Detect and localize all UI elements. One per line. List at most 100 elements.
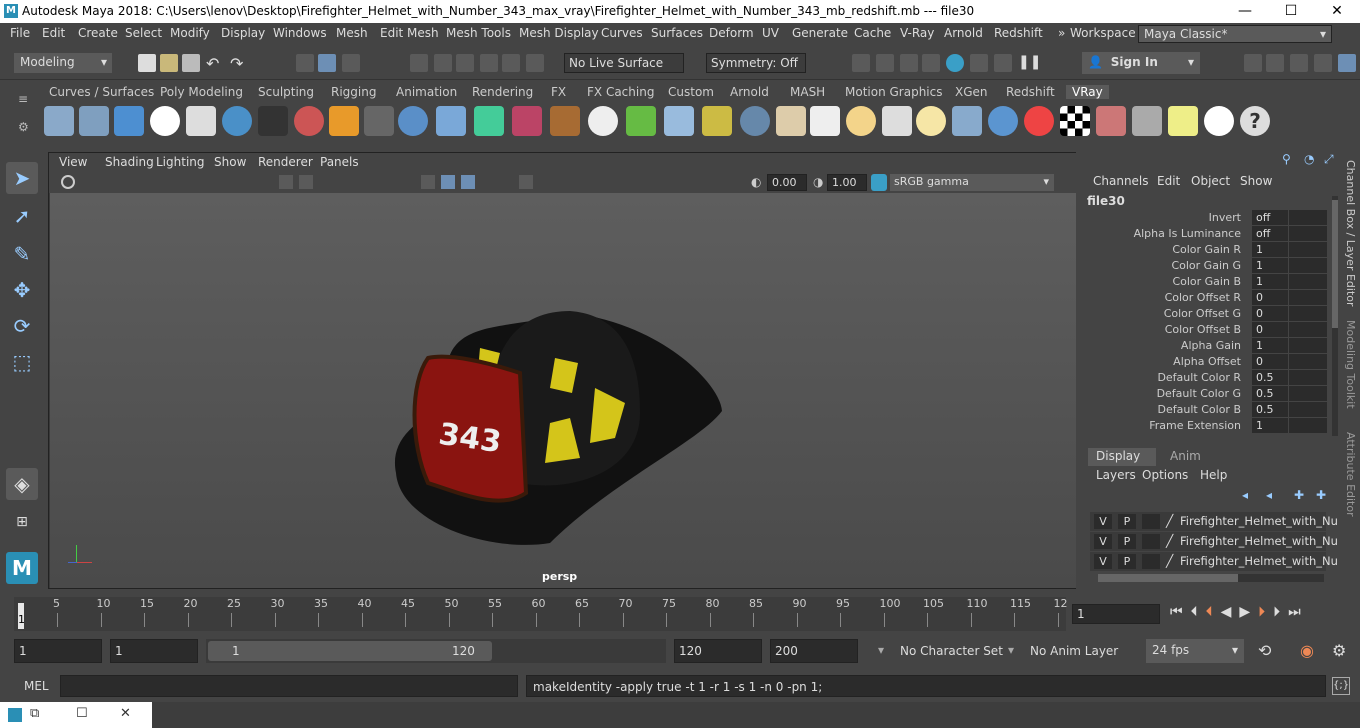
channel-attribute-row[interactable]: Color Gain G 1: [1084, 258, 1329, 274]
channel-attribute-value[interactable]: 0.5: [1252, 402, 1288, 417]
shelf-tab-rigging[interactable]: Rigging: [331, 85, 376, 99]
viewport-panel[interactable]: View Shading Lighting Show Renderer Pane…: [48, 152, 1077, 589]
channel-attribute-value[interactable]: 0: [1252, 306, 1288, 321]
channel-attribute-key-cell[interactable]: [1289, 402, 1327, 417]
preferences-icon[interactable]: ⚙: [1332, 641, 1346, 660]
layer-row[interactable]: V P ╱ Firefighter_Helmet_with_Nu: [1090, 532, 1338, 551]
close-icon[interactable]: ✕: [120, 706, 131, 721]
layer-row[interactable]: V P ╱ Firefighter_Helmet_with_Nu: [1090, 512, 1338, 531]
close-button[interactable]: ✕: [1314, 0, 1360, 23]
menu-edit-mesh[interactable]: Edit Mesh: [380, 26, 439, 40]
select-object-icon[interactable]: [318, 54, 336, 72]
redo-icon[interactable]: ↷: [230, 54, 243, 73]
channel-attribute-value[interactable]: 0: [1252, 290, 1288, 305]
step-forward-key-icon[interactable]: ⏵: [1258, 604, 1273, 620]
vray-env-sphere-icon[interactable]: [988, 106, 1018, 136]
menu-surfaces[interactable]: Surfaces: [651, 26, 703, 40]
time-slider[interactable]: 5 10 15 20 25 30 35 40 45 50 55 60 65 70 75 80 85 90 95 100…: [0, 597, 1360, 633]
menu-redshift[interactable]: Redshift: [994, 26, 1043, 40]
menu-deform[interactable]: Deform: [709, 26, 754, 40]
menu-generate[interactable]: Generate: [792, 26, 848, 40]
vray-spot-light-icon[interactable]: [810, 106, 840, 136]
channel-attribute-row[interactable]: Default Color B 0.5: [1084, 402, 1329, 418]
shelf-gear-icon[interactable]: ⚙: [18, 120, 29, 134]
vray-camera-icon[interactable]: [258, 106, 288, 136]
symmetry-field[interactable]: Symmetry: Off: [706, 53, 806, 73]
channel-attribute-value[interactable]: 0.5: [1252, 386, 1288, 401]
select-component-icon[interactable]: [342, 54, 360, 72]
exposure-icon[interactable]: ◐: [751, 175, 761, 189]
channel-box-view-icon[interactable]: ◔: [1304, 152, 1314, 166]
channel-attribute-row[interactable]: Default Color R 0.5: [1084, 370, 1329, 386]
pause-icon[interactable]: ❚❚: [1018, 54, 1041, 70]
channel-attribute-row[interactable]: Color Offset G 0: [1084, 306, 1329, 322]
range-slider-bar[interactable]: 1 120: [206, 639, 666, 663]
character-set-label[interactable]: No Character Set: [900, 644, 1003, 658]
vray-material-icon[interactable]: [294, 106, 324, 136]
layer-menu-options[interactable]: Options: [1142, 468, 1188, 482]
channel-attribute-key-cell[interactable]: [1289, 338, 1327, 353]
channel-attribute-key-cell[interactable]: [1289, 322, 1327, 337]
go-to-end-icon[interactable]: ⏭: [1288, 604, 1309, 620]
viewport-menu-panels[interactable]: Panels: [320, 155, 359, 169]
menu-edit[interactable]: Edit: [42, 26, 65, 40]
menu-file[interactable]: File: [10, 26, 30, 40]
layer-playback-toggle[interactable]: P: [1118, 554, 1136, 569]
vray-sun-icon[interactable]: [916, 106, 946, 136]
rotate-tool-icon[interactable]: ⟳: [6, 310, 38, 342]
render-view-icon[interactable]: [970, 54, 988, 72]
layer-display-type-toggle[interactable]: [1142, 534, 1160, 549]
shelf-tab-animation[interactable]: Animation: [396, 85, 457, 99]
wireframe-icon[interactable]: [421, 175, 435, 189]
channel-attribute-row[interactable]: Default Color G 0.5: [1084, 386, 1329, 402]
vray-color-icon[interactable]: [1024, 106, 1054, 136]
range-slider-handle[interactable]: 1 120: [208, 641, 492, 661]
lasso-tool-icon[interactable]: ➚: [6, 200, 38, 232]
gamma-icon[interactable]: ◑: [813, 175, 823, 189]
scene-view[interactable]: 343 persp: [50, 193, 1076, 588]
shelf-tab-xgen[interactable]: XGen: [955, 85, 988, 99]
four-pane-icon[interactable]: ⊞: [6, 506, 38, 538]
menu-vray[interactable]: V-Ray: [900, 26, 934, 40]
vray-light-lister-icon[interactable]: [1168, 106, 1198, 136]
render-sequence-icon[interactable]: [876, 54, 894, 72]
shelf-tab-sculpting[interactable]: Sculpting: [258, 85, 314, 99]
step-forward-icon[interactable]: ⏵: [1273, 604, 1288, 620]
channel-attribute-key-cell[interactable]: [1289, 354, 1327, 369]
vray-grass-icon[interactable]: [626, 106, 656, 136]
side-tab-modeling-toolkit[interactable]: Modeling Toolkit: [1344, 320, 1357, 409]
snap-point-icon[interactable]: [456, 54, 474, 72]
live-surface-field[interactable]: No Live Surface: [564, 53, 684, 73]
menu-mesh-tools[interactable]: Mesh Tools: [446, 26, 511, 40]
menu-cache[interactable]: Cache: [854, 26, 891, 40]
shelf-tab-rendering[interactable]: Rendering: [472, 85, 533, 99]
attribute-editor-icon[interactable]: [1290, 54, 1308, 72]
shelf-tab-motion-graphics[interactable]: Motion Graphics: [845, 85, 943, 99]
maximize-icon[interactable]: ☐: [76, 706, 88, 721]
channel-attribute-row[interactable]: Color Gain R 1: [1084, 242, 1329, 258]
snap-vertex-icon[interactable]: [526, 54, 544, 72]
channel-box-icon[interactable]: [1338, 54, 1356, 72]
command-input[interactable]: [60, 675, 518, 697]
ipr-render-icon[interactable]: [900, 54, 918, 72]
vray-help-icon[interactable]: ?: [1240, 106, 1270, 136]
menu-uv[interactable]: UV: [762, 26, 779, 40]
scene-start-field[interactable]: 1: [14, 639, 102, 663]
step-back-icon[interactable]: ⏴: [1191, 604, 1206, 620]
menu-create[interactable]: Create: [78, 26, 118, 40]
side-tab-attribute-editor[interactable]: Attribute Editor: [1344, 432, 1357, 517]
time-slider-ruler[interactable]: 5 10 15 20 25 30 35 40 45 50 55 60 65 70 75 80 85 90 95 100…: [14, 597, 1068, 631]
gamma-field[interactable]: 1.00: [827, 174, 867, 191]
maximize-button[interactable]: ☐: [1268, 0, 1314, 23]
camera-attributes-icon[interactable]: [61, 175, 75, 189]
single-pane-icon[interactable]: ◈: [6, 468, 38, 500]
render-frame-icon[interactable]: [852, 54, 870, 72]
channel-attribute-value[interactable]: 1: [1252, 274, 1288, 289]
layer-row[interactable]: V P ╱ Firefighter_Helmet_with_Nu: [1090, 552, 1338, 571]
channel-attribute-row[interactable]: Color Offset B 0: [1084, 322, 1329, 338]
vray-frame-icon[interactable]: [1096, 106, 1126, 136]
channel-attribute-key-cell[interactable]: [1289, 226, 1327, 241]
snap-view-plane-icon[interactable]: [480, 54, 498, 72]
layer-tab-anim[interactable]: Anim: [1170, 449, 1201, 463]
channel-box-pin-icon[interactable]: ⚲: [1282, 152, 1291, 166]
